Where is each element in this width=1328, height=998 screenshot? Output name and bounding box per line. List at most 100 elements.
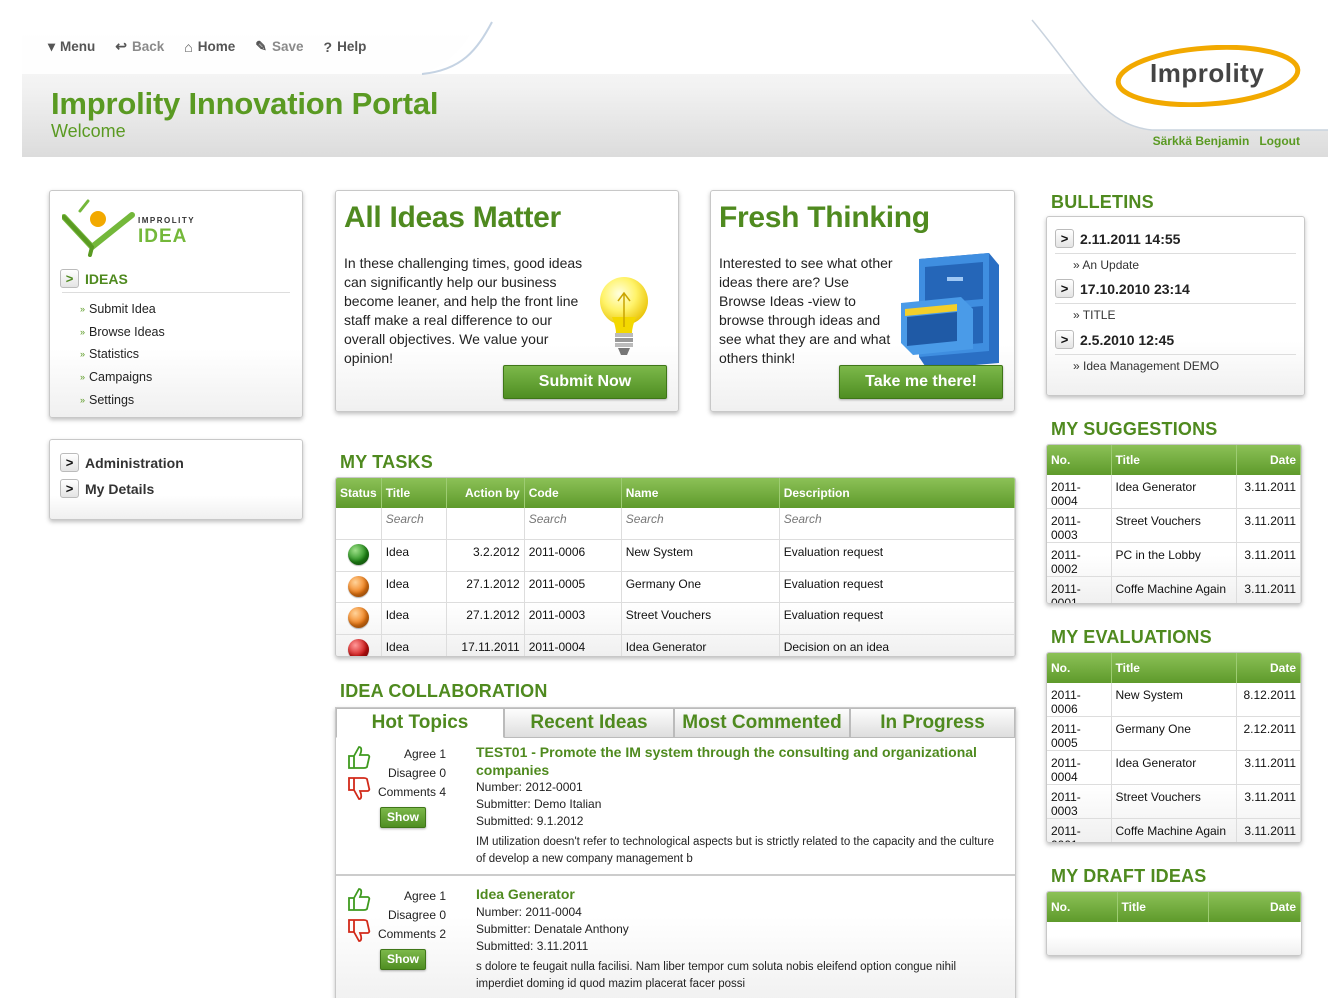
administration-link[interactable]: > Administration bbox=[60, 453, 184, 472]
column-header-action-by[interactable]: Action by bbox=[446, 478, 525, 508]
chevron-right-icon: > bbox=[60, 479, 79, 498]
bulletin-date: 17.10.2010 23:14 bbox=[1080, 280, 1190, 297]
comments-count: Comments 2 bbox=[377, 927, 446, 941]
sidebar-item-submit-idea[interactable]: » Submit Idea bbox=[80, 298, 165, 321]
bulletin-link[interactable]: » An Update bbox=[1073, 258, 1139, 272]
arrow-icon: » bbox=[80, 394, 86, 405]
tab-hot-topics[interactable]: Hot Topics bbox=[336, 708, 504, 738]
column-header-date[interactable]: Date bbox=[1236, 653, 1301, 683]
column-header-status[interactable]: Status bbox=[336, 478, 382, 508]
column-header-code[interactable]: Code bbox=[524, 478, 622, 508]
bulletin-item[interactable]: > 2.11.2011 14:55 bbox=[1055, 229, 1180, 248]
search-title-input[interactable]: Search bbox=[381, 508, 447, 540]
column-header-title[interactable]: Title bbox=[1111, 445, 1237, 475]
column-header-description[interactable]: Description bbox=[779, 478, 1015, 508]
column-header-title[interactable]: Title bbox=[381, 478, 447, 508]
back-arrow-icon: ↩ bbox=[115, 38, 128, 54]
thumbs-down-icon[interactable] bbox=[346, 776, 372, 802]
table-row[interactable]: Idea 3.2.2012 2011-0006 New System Evalu… bbox=[336, 539, 1015, 572]
home-label: Home bbox=[197, 39, 236, 54]
table-row[interactable]: 2011-0004 Idea Generator 3.11.2011 bbox=[1047, 475, 1301, 509]
task-action-by: 3.2.2012 bbox=[446, 539, 525, 572]
collaboration-tabs: Hot Topics Recent Ideas Most Commented I… bbox=[336, 708, 1015, 738]
search-name-input[interactable]: Search bbox=[621, 508, 780, 540]
user-name-link[interactable]: Särkkä Benjamin bbox=[1153, 134, 1250, 148]
tab-in-progress[interactable]: In Progress bbox=[850, 708, 1015, 738]
column-header-no[interactable]: No. bbox=[1047, 653, 1112, 683]
menu-button[interactable]: ▾ Menu bbox=[48, 38, 95, 55]
submit-now-button[interactable]: Submit Now bbox=[503, 365, 667, 399]
show-button[interactable]: Show bbox=[380, 807, 426, 828]
table-row[interactable]: 2011-0001Coffe Machine Again3.11.2011 bbox=[1047, 818, 1301, 842]
sidebar-item-settings[interactable]: » Settings bbox=[80, 388, 165, 411]
logout-link[interactable]: Logout bbox=[1259, 134, 1300, 148]
column-header-title[interactable]: Title bbox=[1117, 892, 1209, 922]
bulletin-title: Idea Management DEMO bbox=[1083, 359, 1220, 373]
chevron-right-icon: > bbox=[1055, 330, 1074, 349]
my-draft-ideas-table: No. Title Date bbox=[1046, 891, 1302, 956]
ideas-section-label: IDEAS bbox=[85, 270, 128, 287]
save-label: Save bbox=[272, 39, 304, 54]
bulletin-link[interactable]: » TITLE bbox=[1073, 308, 1115, 322]
my-details-link[interactable]: > My Details bbox=[60, 479, 154, 498]
table-row[interactable]: 2011-0003 Street Vouchers 3.11.2011 bbox=[1047, 784, 1301, 819]
idea-title-link[interactable]: Idea Generator bbox=[476, 886, 1006, 904]
table-row[interactable]: 2011-0003 Street Vouchers 3.11.2011 bbox=[1047, 508, 1301, 543]
idea-collaboration-heading: IDEA COLLABORATION bbox=[340, 681, 548, 701]
bulletins-heading: BULLETINS bbox=[1051, 192, 1154, 212]
table-row[interactable]: 2011-0005 Germany One 2.12.2011 bbox=[1047, 716, 1301, 751]
table-row[interactable]: 2011-0002 PC in the Lobby 3.11.2011 bbox=[1047, 542, 1301, 577]
idea-details: Idea Generator Number: 2011-0004 Submitt… bbox=[476, 886, 1006, 993]
arrow-icon: » bbox=[80, 349, 86, 360]
idea-title-link[interactable]: TEST01 - Promote the IM system through t… bbox=[476, 744, 1006, 779]
search-description-input[interactable]: Search bbox=[779, 508, 1015, 540]
thumbs-up-icon[interactable] bbox=[346, 886, 372, 912]
table-row[interactable]: Idea 27.1.2012 2011-0003 Street Vouchers… bbox=[336, 602, 1015, 635]
tab-recent-ideas[interactable]: Recent Ideas bbox=[504, 708, 674, 738]
sidebar-item-browse-ideas[interactable]: » Browse Ideas bbox=[80, 321, 165, 344]
table-row[interactable]: 2011-0004 Idea Generator 3.11.2011 bbox=[1047, 750, 1301, 785]
help-button[interactable]: ? Help bbox=[324, 38, 367, 55]
arrow-icon: » bbox=[80, 372, 86, 383]
take-me-there-button[interactable]: Take me there! bbox=[839, 365, 1003, 399]
table-row[interactable]: 2011-0006 New System 8.12.2011 bbox=[1047, 683, 1301, 717]
table-header-row: No. Title Date bbox=[1047, 653, 1301, 683]
disagree-count: Disagree 0 bbox=[387, 908, 446, 922]
task-name: Street Vouchers bbox=[621, 602, 780, 635]
table-row[interactable]: Idea 27.1.2012 2011-0005 Germany One Eva… bbox=[336, 571, 1015, 603]
save-button[interactable]: ✎ Save bbox=[255, 38, 303, 55]
bulletin-item[interactable]: > 2.5.2010 12:45 bbox=[1055, 330, 1174, 349]
thumbs-up-icon[interactable] bbox=[346, 744, 372, 770]
column-header-date[interactable]: Date bbox=[1208, 892, 1301, 922]
sidebar-item-statistics[interactable]: » Statistics bbox=[80, 343, 165, 366]
show-button[interactable]: Show bbox=[380, 949, 426, 970]
cell-date: 2.12.2011 bbox=[1236, 716, 1301, 751]
column-header-title[interactable]: Title bbox=[1111, 653, 1237, 683]
bulletin-item[interactable]: > 17.10.2010 23:14 bbox=[1055, 279, 1190, 298]
page-subtitle: Welcome bbox=[51, 121, 126, 141]
column-header-no[interactable]: No. bbox=[1047, 445, 1112, 475]
table-row[interactable]: Idea 17.11.2011 2011-0004 Idea Generator… bbox=[336, 634, 1015, 656]
cell-date: 3.11.2011 bbox=[1236, 784, 1301, 819]
ideas-section-toggle[interactable]: > IDEAS bbox=[60, 269, 128, 288]
column-header-name[interactable]: Name bbox=[621, 478, 780, 508]
back-button[interactable]: ↩ Back bbox=[115, 38, 164, 55]
my-suggestions-heading: MY SUGGESTIONS bbox=[1051, 419, 1218, 439]
table-row[interactable]: 2011-0001Coffe Machine Again3.11.2011 bbox=[1047, 576, 1301, 603]
thumbs-down-icon[interactable] bbox=[346, 918, 372, 944]
divider bbox=[1055, 253, 1296, 254]
home-button[interactable]: ⌂ Home bbox=[184, 38, 235, 55]
bulletin-link[interactable]: » Idea Management DEMO bbox=[1073, 359, 1219, 373]
cell-date: 3.11.2011 bbox=[1236, 818, 1301, 842]
tab-most-commented[interactable]: Most Commented bbox=[674, 708, 850, 738]
column-header-date[interactable]: Date bbox=[1236, 445, 1301, 475]
column-header-no[interactable]: No. bbox=[1047, 892, 1118, 922]
divider bbox=[1055, 303, 1296, 304]
top-navigation: ▾ Menu ↩ Back ⌂ Home ✎ Save ? Help bbox=[48, 38, 366, 55]
sidebar-item-campaigns[interactable]: » Campaigns bbox=[80, 366, 165, 389]
search-code-input[interactable]: Search bbox=[524, 508, 622, 540]
question-icon: ? bbox=[323, 38, 333, 55]
bulletins-panel: > 2.11.2011 14:55 » An Update > 17.10.20… bbox=[1046, 216, 1305, 396]
table-search-row: Search Search Search Search bbox=[336, 508, 1015, 540]
idea-submitted: Submitted: 9.1.2012 bbox=[476, 814, 584, 828]
